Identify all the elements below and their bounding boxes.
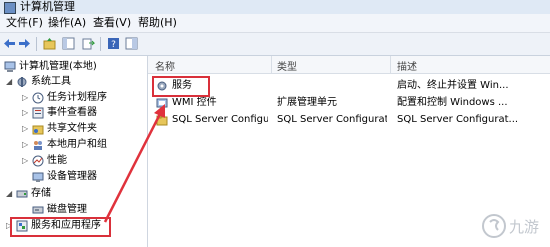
cell-description: SQL Server Configurat...	[397, 114, 519, 125]
list-item-wmi-control[interactable]: WMI 控件 扩展管理单元 配置和控制 Windows ...	[148, 95, 550, 111]
show-hide-console-tree-icon[interactable]	[62, 37, 75, 50]
column-separator[interactable]	[271, 56, 272, 73]
menu-file[interactable]: 文件(F)	[6, 16, 43, 30]
menu-help[interactable]: 帮助(H)	[138, 16, 177, 30]
help-icon[interactable]: ?	[107, 37, 120, 50]
cell-name: SQL Server Configu...	[172, 114, 268, 125]
menu-view[interactable]: 查看(V)	[93, 16, 131, 30]
properties-pane-icon[interactable]	[125, 37, 138, 50]
shared-folder-icon	[32, 125, 44, 135]
device-manager-icon	[32, 172, 44, 182]
wmi-control-icon	[156, 98, 168, 108]
tree-item-label: 任务计划程序	[47, 92, 107, 103]
title-bar: 计算机管理	[0, 0, 550, 14]
list-item-sql-server-config[interactable]: SQL Server Configu... SQL Server Configu…	[148, 112, 550, 128]
tree-item-label: 性能	[47, 155, 67, 166]
storage-icon	[16, 190, 28, 198]
tree-item-label: 本地用户和组	[47, 139, 107, 150]
expand-arrow-icon[interactable]: ▷	[22, 154, 28, 168]
tree-item-label: 系统工具	[31, 76, 71, 87]
console-tree: 计算机管理(本地) ◢ 系统工具 ▷ 任务计划程序 ▷ 事件查看器 ▷ 共享文件…	[0, 56, 148, 247]
cell-type: 扩展管理单元	[277, 97, 337, 108]
svg-text:九游: 九游	[509, 218, 539, 236]
back-arrow-icon[interactable]	[3, 37, 16, 50]
expand-arrow-icon[interactable]: ▷	[22, 91, 28, 105]
computer-icon	[4, 61, 16, 72]
column-separator[interactable]	[390, 56, 391, 73]
menu-action[interactable]: 操作(A)	[48, 16, 86, 30]
svg-text:?: ?	[111, 40, 116, 50]
tree-item-label: 共享文件夹	[47, 123, 97, 134]
highlight-box	[152, 76, 210, 97]
disk-icon	[32, 206, 44, 214]
cell-description: 启动、终止并设置 Win...	[397, 80, 509, 91]
watermark-logo: 九游	[482, 214, 539, 238]
tree-item-label: 计算机管理(本地)	[19, 61, 97, 72]
forward-arrow-icon[interactable]	[18, 37, 31, 50]
tree-item-label: 磁盘管理	[47, 204, 87, 215]
clock-icon	[32, 92, 44, 104]
cell-type: SQL Server Configurat...	[277, 114, 387, 125]
toolbar: ?	[0, 33, 550, 56]
export-list-icon[interactable]	[82, 37, 95, 50]
expand-arrow-icon[interactable]: ▷	[22, 106, 28, 120]
list-header: 名称 类型 描述	[148, 56, 550, 74]
tree-item-label: 事件查看器	[47, 107, 97, 118]
tree-item-label: 存储	[31, 188, 51, 199]
menu-bar: 文件(F) 操作(A) 查看(V) 帮助(H)	[0, 14, 550, 33]
toolbar-separator	[100, 37, 101, 51]
users-icon	[34, 141, 42, 150]
column-header-description[interactable]: 描述	[397, 58, 417, 73]
system-tools-icon	[17, 77, 27, 87]
computer-management-icon	[4, 2, 16, 14]
cell-name: WMI 控件	[172, 97, 217, 108]
performance-icon	[32, 155, 44, 167]
highlight-box	[10, 217, 111, 237]
toolbar-separator	[36, 37, 37, 51]
column-header-type[interactable]: 类型	[277, 58, 297, 73]
tree-item-label: 设备管理器	[47, 171, 97, 182]
folder-icon	[156, 115, 168, 126]
expand-arrow-icon[interactable]: ▷	[22, 138, 28, 152]
event-viewer-icon	[32, 107, 44, 119]
collapse-arrow-icon[interactable]: ◢	[6, 75, 12, 89]
collapse-arrow-icon[interactable]: ◢	[6, 187, 12, 201]
up-folder-icon[interactable]	[43, 37, 56, 50]
column-header-name[interactable]: 名称	[155, 58, 175, 73]
cell-description: 配置和控制 Windows ...	[397, 97, 508, 108]
expand-arrow-icon[interactable]: ▷	[22, 122, 28, 136]
window-title: 计算机管理	[20, 0, 75, 13]
